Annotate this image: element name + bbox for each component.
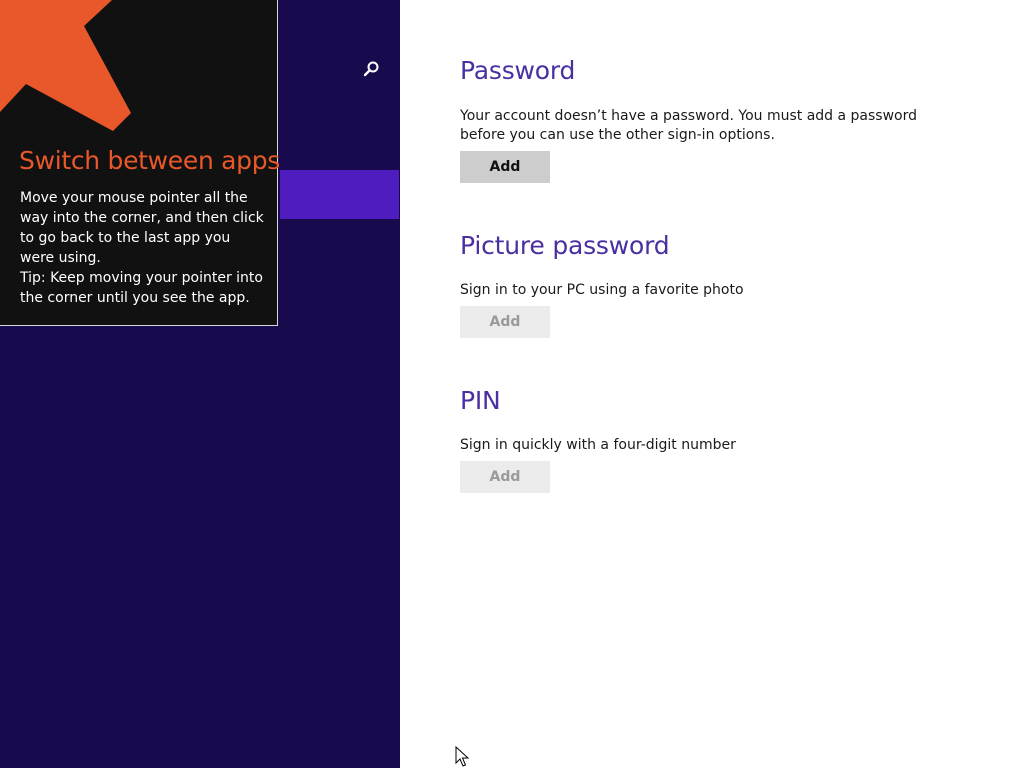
password-description: Your account doesn’t have a password. Yo… <box>460 108 918 143</box>
pin-description: Sign in quickly with a four-digit number <box>460 437 736 453</box>
arrow-up-left-icon <box>0 0 131 131</box>
add-picture-password-button[interactable]: Add <box>460 306 550 338</box>
picture-password-heading: Picture password <box>460 231 670 260</box>
pin-section: PIN Sign in quickly with a four-digit nu… <box>460 386 960 493</box>
password-section: Password Your account doesn’t have a pas… <box>460 56 960 183</box>
tip-body: Move your mouse pointer all the way into… <box>20 188 268 308</box>
mouse-cursor-icon <box>455 746 469 767</box>
sign-in-options-content: Password Your account doesn’t have a pas… <box>400 0 1024 768</box>
nav-selected-item[interactable] <box>280 170 399 219</box>
tip-body-text: Move your mouse pointer all the way into… <box>20 190 264 266</box>
search-icon[interactable] <box>360 58 382 80</box>
tip-hint-text: Tip: Keep moving your pointer into the c… <box>20 270 263 306</box>
add-password-button[interactable]: Add <box>460 151 550 183</box>
tip-title: Switch between apps <box>19 146 281 175</box>
pc-settings-screen: Switch between apps Move your mouse poin… <box>0 0 1024 768</box>
tutorial-tip: Switch between apps Move your mouse poin… <box>0 0 281 326</box>
password-heading: Password <box>460 56 576 85</box>
picture-password-section: Picture password Sign in to your PC usin… <box>460 231 960 338</box>
picture-password-description: Sign in to your PC using a favorite phot… <box>460 282 744 298</box>
pin-heading: PIN <box>460 386 501 415</box>
add-pin-button[interactable]: Add <box>460 461 550 493</box>
